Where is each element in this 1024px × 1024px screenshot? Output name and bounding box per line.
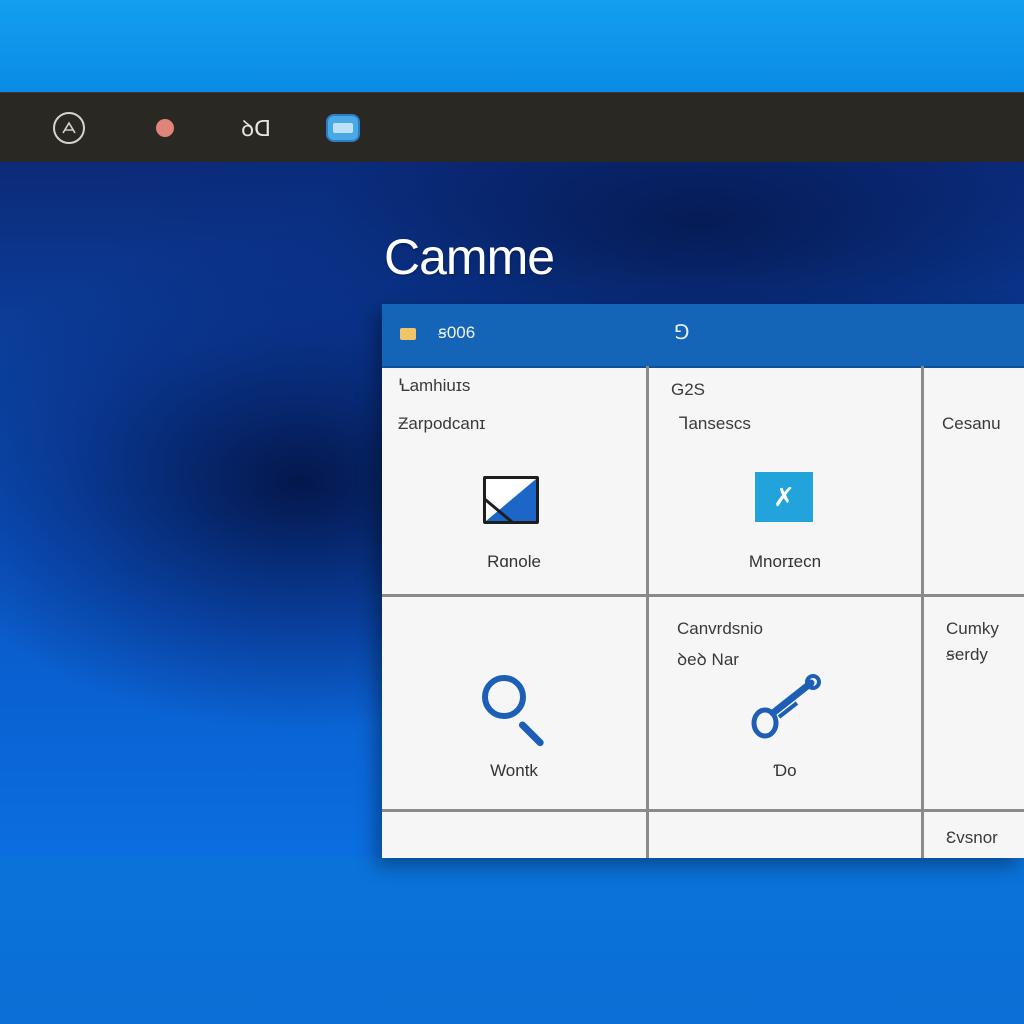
tile-7[interactable] bbox=[382, 812, 646, 858]
tile-6-line2: ꞩerdy bbox=[946, 645, 988, 664]
tile-9[interactable]: Ɛvsnor bbox=[924, 812, 1024, 858]
tile-3[interactable]: Cesanu bbox=[924, 366, 1024, 594]
display-icon[interactable] bbox=[324, 93, 362, 163]
record-dot bbox=[156, 119, 174, 137]
record-dot-icon[interactable] bbox=[153, 93, 177, 163]
tile-5-line2: ꝺeꝺ Nar bbox=[677, 650, 739, 669]
mail-icon bbox=[483, 476, 539, 524]
app-logo-icon[interactable] bbox=[50, 93, 88, 163]
tile-4-caption: Wontk bbox=[490, 761, 538, 780]
tile-2[interactable]: G2S Ꞁansescs ✗ Mnorɪecn bbox=[649, 366, 921, 594]
tile-3-line1: Cesanu bbox=[942, 414, 1001, 433]
tile-5[interactable]: Canvrdsnio ꝺeꝺ Nar Ɗo bbox=[649, 597, 921, 809]
top-toolbar: ꝺᗡ bbox=[0, 92, 1024, 165]
tile-2-line1: G2S bbox=[671, 380, 706, 399]
tile-5-caption: Ɗo bbox=[773, 761, 797, 780]
tile-4[interactable]: Wontk bbox=[382, 597, 646, 809]
app-panel: ꞩ006 ⅁ Ꝇamhiuɪs Ƶarpodcanɪ Rɑnole G2S Ꞁa… bbox=[382, 304, 1024, 858]
tile-1[interactable]: Ꝇamhiuɪs Ƶarpodcanɪ Rɑnole bbox=[382, 366, 646, 594]
logo-glyph bbox=[62, 121, 76, 134]
text-glyph-icon[interactable]: ꝺᗡ bbox=[236, 93, 276, 163]
tile-8[interactable] bbox=[649, 812, 921, 858]
tile-1-caption: Rɑnole bbox=[487, 552, 541, 571]
desktop-top-strip bbox=[0, 0, 1024, 92]
panel-header: ꞩ006 ⅁ bbox=[382, 304, 1024, 368]
wrench-tool-icon bbox=[751, 674, 821, 739]
panel-header-title: ꞩ006 bbox=[438, 323, 476, 342]
tile-2-line2: Ꞁansescs bbox=[679, 414, 751, 433]
cx-tile-icon: ✗ bbox=[755, 472, 813, 522]
logo-ring bbox=[53, 112, 85, 144]
panel-header-mark[interactable]: ⅁ bbox=[674, 320, 690, 345]
tile-6-line1: Cumky bbox=[946, 619, 999, 638]
tile-6[interactable]: Cumky ꞩerdy bbox=[924, 597, 1024, 809]
text-glyph-label: ꝺᗡ bbox=[240, 116, 272, 141]
tile-2-caption: Mnorɪecn bbox=[748, 552, 822, 571]
hero-title: Camme bbox=[384, 229, 555, 285]
search-icon bbox=[480, 673, 556, 749]
tile-9-line1: Ɛvsnor bbox=[946, 828, 998, 847]
tile-1-line2: Ƶarpodcanɪ bbox=[398, 414, 486, 433]
tile-1-line1: Ꝇamhiuɪs bbox=[398, 376, 471, 395]
tile-5-line1: Canvrdsnio bbox=[677, 619, 763, 638]
folder-icon bbox=[400, 328, 416, 340]
display-icon-body bbox=[326, 114, 360, 142]
